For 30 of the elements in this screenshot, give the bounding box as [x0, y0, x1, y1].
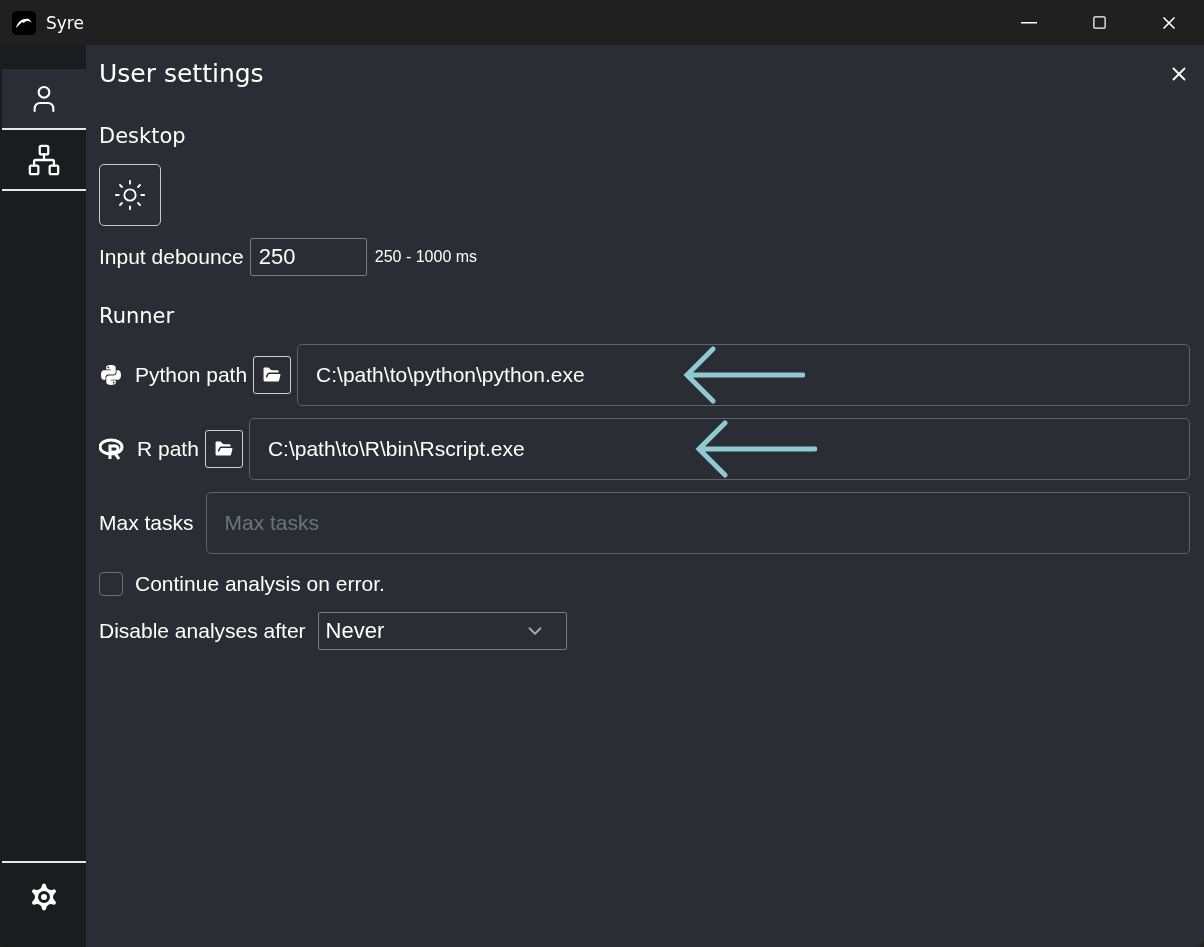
minimize-icon	[1021, 21, 1037, 24]
arrow-icon	[683, 345, 806, 405]
hierarchy-icon	[27, 142, 61, 177]
window-title: Syre	[46, 12, 85, 33]
app-logo-icon	[12, 10, 36, 35]
path-input[interactable]: C:\path\to\python\python.exe	[297, 344, 1190, 406]
theme-toggle-button[interactable]	[99, 164, 161, 226]
sun-icon	[113, 178, 147, 212]
maximize-icon	[1091, 15, 1107, 30]
debounce-input[interactable]: 250	[249, 238, 367, 276]
section-heading: Runner	[99, 304, 176, 328]
section-heading: Desktop	[99, 124, 187, 148]
field-label: R path	[137, 437, 199, 461]
checkbox-label: Continue analysis on error.	[135, 572, 385, 596]
checkbox[interactable]	[99, 572, 123, 596]
browse-button[interactable]	[204, 430, 243, 468]
page-title: User settings	[99, 59, 264, 88]
browse-button[interactable]	[253, 356, 292, 394]
python-icon	[99, 363, 123, 387]
arrow-icon	[694, 419, 817, 479]
disable-after-select[interactable]: Never	[317, 612, 567, 650]
user-tab[interactable]	[2, 69, 86, 130]
field-label: Input debounce	[99, 245, 244, 269]
range-hint: 250 - 1000 ms	[374, 248, 478, 266]
path-input[interactable]: C:\path\to\R\bin\Rscript.exe	[248, 418, 1190, 480]
max-tasks-input[interactable]: Max tasks	[205, 492, 1190, 554]
field-label: Max tasks	[99, 511, 194, 535]
field-label: Python path	[135, 363, 248, 387]
field-label: Disable analyses after	[99, 619, 306, 643]
r-logo-icon	[99, 438, 125, 460]
